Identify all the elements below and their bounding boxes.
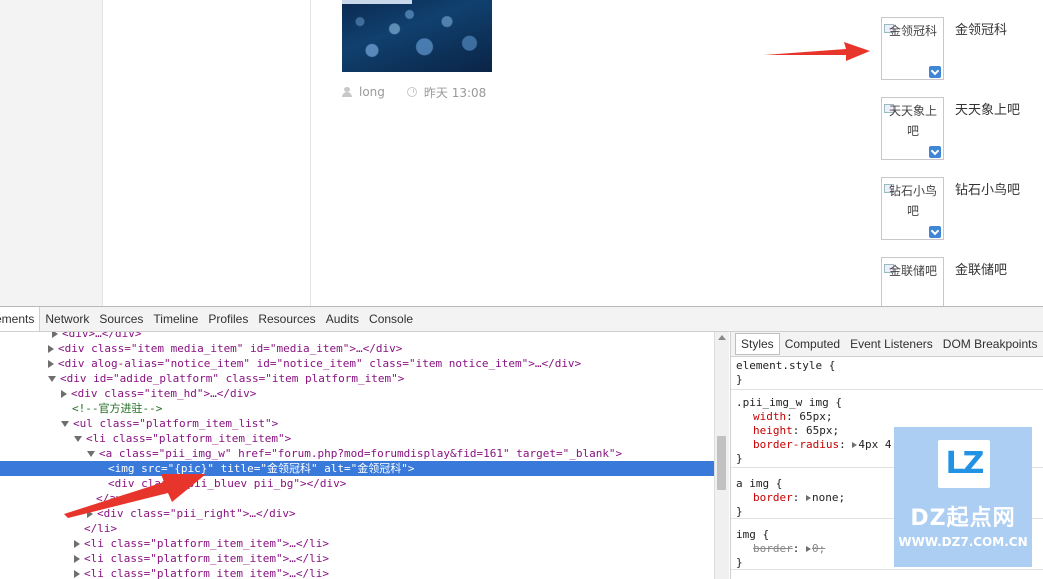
- elements-scrollbar[interactable]: [714, 332, 729, 579]
- user-icon: [342, 87, 352, 97]
- forum-thumbnail[interactable]: 天天象上吧: [881, 97, 944, 160]
- dom-node-line[interactable]: <div class="item media_item" id="media_i…: [48, 341, 728, 356]
- forum-item[interactable]: 金领冠科 金领冠科: [881, 17, 1043, 83]
- expand-arrow-icon[interactable]: [52, 332, 58, 338]
- post-author[interactable]: long: [359, 85, 385, 99]
- forum-list: 金领冠科 金领冠科 天天象上吧 天天象上吧 钻石小鸟吧 钻石小鸟吧 金联储吧 金…: [881, 17, 1043, 306]
- dom-node-line[interactable]: </li>: [84, 521, 728, 536]
- dom-node-line[interactable]: <div id="adide_platform" class="item pla…: [48, 371, 728, 386]
- forum-item[interactable]: 金联储吧 金联储吧: [881, 257, 1043, 306]
- dom-comment-line[interactable]: <!--官方进驻-->: [72, 401, 728, 416]
- forum-name-link[interactable]: 天天象上吧: [955, 99, 1020, 118]
- webpage-view: long 昨天 13:08 金领冠科 金领冠科 天天象上吧 天天象上吧 钻石小鸟…: [0, 0, 1043, 306]
- forum-item[interactable]: 天天象上吧 天天象上吧: [881, 97, 1043, 163]
- tab-styles[interactable]: Styles: [735, 333, 780, 355]
- forum-name-link[interactable]: 钻石小鸟吧: [955, 179, 1020, 198]
- forum-thumbnail[interactable]: 金联储吧: [881, 257, 944, 306]
- tab-sources[interactable]: Sources: [94, 307, 148, 331]
- expand-arrow-icon[interactable]: [74, 555, 80, 563]
- css-property[interactable]: width: 65px;: [736, 410, 1043, 424]
- expand-value-icon[interactable]: [806, 495, 811, 501]
- expand-arrow-icon[interactable]: [48, 360, 54, 368]
- expand-arrow-icon[interactable]: [61, 390, 67, 398]
- image-caption-strip: [342, 0, 412, 4]
- dom-node-line[interactable]: <li class="platform_item_item">…</li>: [74, 551, 728, 566]
- devtools-tabbar: ements Network Sources Timeline Profiles…: [0, 307, 1043, 332]
- forum-thumbnail[interactable]: 钻石小鸟吧: [881, 177, 944, 240]
- forum-thumbnail[interactable]: 金领冠科: [881, 17, 944, 80]
- tab-timeline[interactable]: Timeline: [148, 307, 203, 331]
- collapse-arrow-icon[interactable]: [48, 376, 56, 382]
- thumbnail-alt-text: 金联储吧: [888, 264, 937, 278]
- left-gutter: [0, 0, 102, 306]
- expand-arrow-icon[interactable]: [48, 345, 54, 353]
- scroll-thumb[interactable]: [717, 436, 726, 490]
- expand-value-icon[interactable]: [806, 546, 811, 552]
- collapse-arrow-icon[interactable]: [74, 436, 82, 442]
- scroll-up-arrow-icon[interactable]: [718, 335, 726, 340]
- expand-arrow-icon[interactable]: [74, 570, 80, 578]
- clock-icon: [406, 87, 417, 97]
- column-divider: [102, 0, 103, 306]
- verified-badge-icon: [929, 66, 941, 78]
- collapse-arrow-icon[interactable]: [61, 421, 69, 427]
- post-meta: long 昨天 13:08: [342, 84, 486, 100]
- tab-dom-breakpoints[interactable]: DOM Breakpoints: [938, 333, 1043, 355]
- tab-resources[interactable]: Resources: [253, 307, 320, 331]
- styles-tabbar: Styles Computed Event Listeners DOM Brea…: [731, 332, 1043, 357]
- dom-node-line[interactable]: <li class="platform_item_item">…</li>: [74, 536, 728, 551]
- tab-profiles[interactable]: Profiles: [203, 307, 253, 331]
- expand-arrow-icon[interactable]: [74, 540, 80, 548]
- tab-computed[interactable]: Computed: [780, 333, 845, 355]
- thumbnail-alt-text: 天天象上吧: [888, 104, 937, 138]
- forum-item[interactable]: 钻石小鸟吧 钻石小鸟吧: [881, 177, 1043, 243]
- thumbnail-alt-text: 金领冠科: [888, 24, 937, 38]
- dom-node-line[interactable]: <li class="platform_item_item">: [74, 431, 728, 446]
- thumbnail-alt-text: 钻石小鸟吧: [888, 184, 937, 218]
- watermark-url: WWW.DZ7.COM.CN: [898, 535, 1028, 549]
- dom-node-line[interactable]: <div class="item_hd">…</div>: [61, 386, 728, 401]
- dom-node-line[interactable]: <div>…</div>: [52, 332, 728, 341]
- tab-event-listeners[interactable]: Event Listeners: [845, 333, 938, 355]
- tab-audits[interactable]: Audits: [321, 307, 364, 331]
- column-divider: [310, 0, 311, 306]
- red-arrow-annotation: [764, 42, 870, 61]
- verified-badge-icon: [929, 146, 941, 158]
- rule-close: }: [736, 373, 743, 386]
- dom-node-line[interactable]: <div alog-alias="notice_item" id="notice…: [48, 356, 728, 371]
- tab-network[interactable]: Network: [40, 307, 94, 331]
- elements-tree: <div>…</div> <div class="item media_item…: [0, 332, 728, 579]
- style-rule-element[interactable]: element.style { }: [731, 357, 1043, 390]
- collapse-arrow-icon[interactable]: [87, 451, 95, 457]
- watermark-logo-box: LZ: [938, 440, 990, 488]
- watermark-site-name: DZ起点网: [910, 506, 1016, 531]
- dom-node-line[interactable]: <ul class="platform_item_list">: [61, 416, 728, 431]
- watermark-logo: LZ DZ起点网 WWW.DZ7.COM.CN: [894, 427, 1032, 567]
- dom-node-line[interactable]: <li class="platform_item_item">…</li>: [74, 566, 728, 579]
- red-arrow-annotation: [64, 474, 206, 518]
- tab-elements[interactable]: ements: [0, 307, 41, 331]
- verified-badge-icon: [929, 226, 941, 238]
- devtools-panel: ements Network Sources Timeline Profiles…: [0, 306, 1043, 579]
- dom-node-line[interactable]: <a class="pii_img_w" href="forum.php?mod…: [87, 446, 728, 461]
- post-time: 昨天 13:08: [423, 85, 487, 100]
- watermark-logo-mark: LZ: [945, 446, 985, 481]
- post-image[interactable]: [342, 0, 492, 72]
- expand-value-icon[interactable]: [852, 442, 858, 448]
- rule-selector: .pii_img_w img {: [736, 396, 842, 409]
- forum-name-link[interactable]: 金领冠科: [955, 19, 1007, 38]
- rule-selector: element.style {: [736, 359, 836, 372]
- tab-console[interactable]: Console: [364, 307, 418, 331]
- forum-name-link[interactable]: 金联储吧: [955, 259, 1007, 278]
